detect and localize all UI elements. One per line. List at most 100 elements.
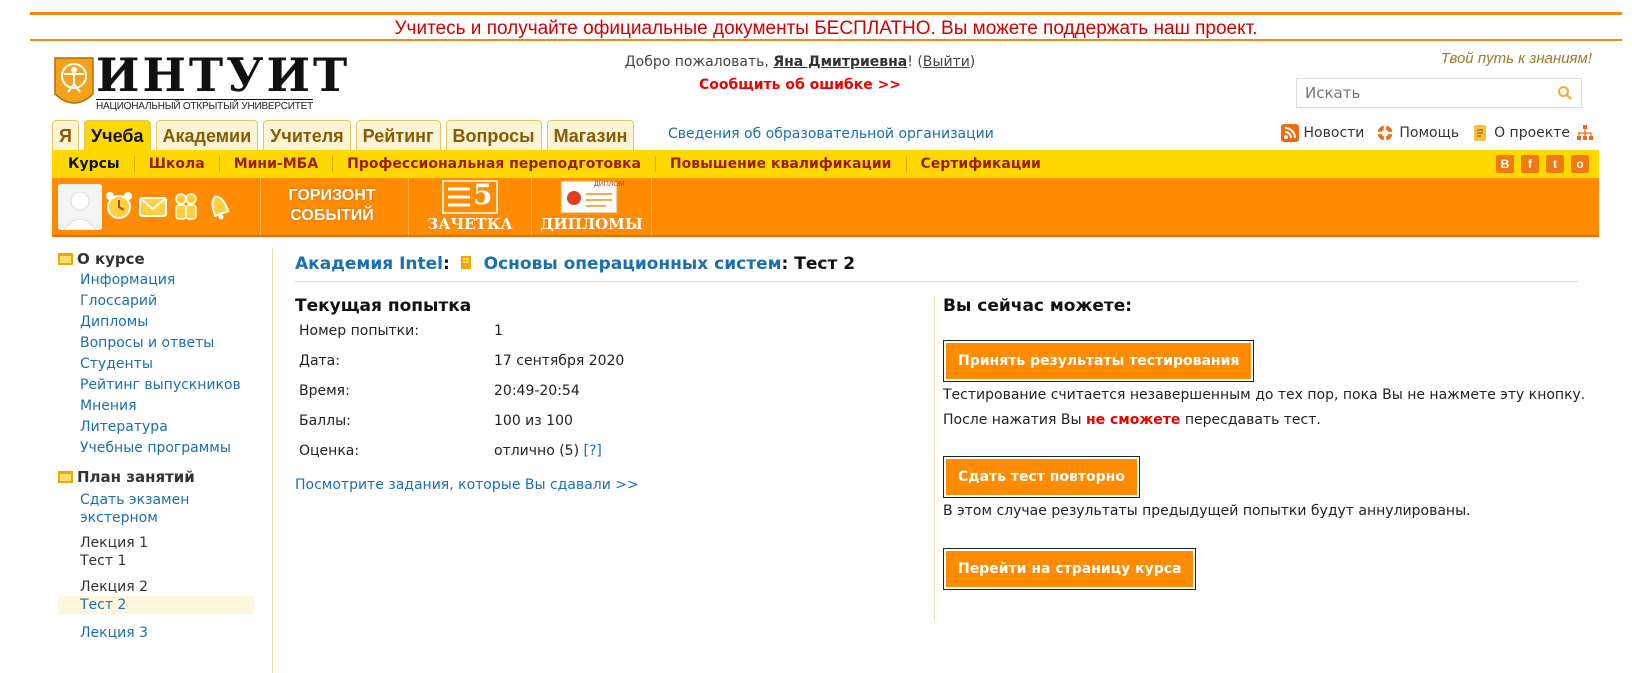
tab-shop[interactable]: Магазин [546,120,635,150]
sidebar-item-diplomas[interactable]: Дипломы [58,312,254,333]
tab-rating[interactable]: Рейтинг [355,120,441,150]
folder-icon [58,471,73,483]
breadcrumb-academy[interactable]: Академия Intel [295,254,443,274]
welcome-prefix: Добро пожаловать, [624,54,774,70]
tab-study[interactable]: Учеба [83,120,151,150]
diploma-badge-text: ДИПЛОМ [594,181,625,188]
welcome-message: Добро пожаловать, Яна Дмитриевна! (Выйти… [540,54,1060,70]
attempt-row-time: Время: 20:49-20:54 [299,383,624,413]
search-input[interactable] [1297,79,1537,107]
intuit-logo[interactable]: ИНТУИТ НАЦИОНАЛЬНЫЙ ОТКРЫТЫЙ УНИВЕРСИТЕТ [52,50,347,114]
twitter-icon[interactable]: t [1546,155,1564,173]
sidebar-item-exam[interactable]: Сдать экзамен экстерном [58,491,254,527]
sidebar-item-students[interactable]: Студенты [58,354,254,375]
attempt-row-date: Дата: 17 сентября 2020 [299,353,624,383]
alarm-clock-icon[interactable] [104,190,134,222]
user-name-link[interactable]: Яна Дмитриевна [773,54,907,70]
lesson-plan-heading[interactable]: План занятий [58,466,254,488]
events-horizon-label: ГОРИЗОНТ СОБЫТИЙ [261,186,403,226]
search-box [1296,78,1582,108]
content-divider [934,296,935,621]
about-course-label: О курсе [77,250,145,268]
bell-icon[interactable] [204,190,234,222]
horizon-line-1: ГОРИЗОНТ [288,187,376,204]
sidebar-item-test-2[interactable]: Тест 2 [58,596,254,614]
lesson-plan-label: План занятий [77,468,195,486]
gradebook-link[interactable]: 5 ЗАЧЕТКА [409,178,532,235]
mail-icon[interactable] [138,190,168,222]
about-project-icon [1474,125,1487,141]
view-tasks-link[interactable]: Посмотрите задания, которые Вы сдавали >… [295,477,639,493]
retry-test-button[interactable]: Сдать тест повторно [943,456,1140,498]
subnav-mini-mba[interactable]: Мини-МБА [220,156,334,172]
accept-results-button[interactable]: Принять результаты тестирования [943,340,1255,382]
attempt-time-label: Время: [299,383,350,399]
tab-me[interactable]: Я [52,120,79,150]
report-error-link[interactable]: Сообщить об ошибке >> [540,77,1060,93]
sidebar-item-lecture-2[interactable]: Лекция 2 [58,578,254,596]
facebook-icon[interactable]: f [1521,155,1539,173]
attempt-score-value: 100 из 100 [494,413,573,429]
subnav-courses[interactable]: Курсы [58,156,135,172]
logo-subtitle: НАЦИОНАЛЬНЫЙ ОТКРЫТЫЙ УНИВЕРСИТЕТ [96,99,314,112]
book-icon [460,256,471,269]
search-icon[interactable] [1557,85,1573,101]
sidebar-item-qa[interactable]: Вопросы и ответы [58,333,254,354]
sidebar-item-lecture-3[interactable]: Лекция 3 [58,624,254,642]
attempt-number-value: 1 [494,323,503,339]
accept-note-2-warning: не сможете [1085,412,1181,428]
horizon-line-2: СОБЫТИЙ [290,207,374,224]
attempt-date-label: Дата: [299,353,340,369]
tab-teachers[interactable]: Учителя [263,120,351,150]
breadcrumb-course[interactable]: Основы операционных систем [484,254,782,274]
top-links: Новости Помощь О проекте [1275,124,1594,142]
sidebar-item-info[interactable]: Информация [58,270,254,291]
logo-wordmark: ИНТУИТ [96,48,351,102]
news-label: Новости [1303,125,1365,141]
accept-note-2-prefix: После нажатия Вы [943,412,1086,428]
attempt-number-label: Номер попытки: [299,323,419,339]
logout-link[interactable]: Выйти [923,54,970,70]
sidebar-item-opinions[interactable]: Мнения [58,396,254,417]
accept-note-2: После нажатия Вы не сможете пересдавать … [943,412,1321,428]
rss-icon [1280,124,1299,142]
diplomas-link[interactable]: ДИПЛОМ ДИПЛОМЫ [532,178,652,235]
subnav-certifications[interactable]: Сертификации [907,156,1055,172]
sidebar-item-graduate-rating[interactable]: Рейтинг выпускников [58,375,254,396]
subnav-retraining[interactable]: Профессиональная переподготовка [333,156,656,172]
attempt-time-value: 20:49-20:54 [494,383,580,399]
go-to-course-button[interactable]: Перейти на страницу курса [943,548,1197,590]
sub-navigation: Курсы Школа Мини-МБА Профессиональная пе… [52,150,1599,178]
friends-icon[interactable] [171,190,201,222]
about-link[interactable]: О проекте [1471,124,1570,142]
tab-academies[interactable]: Академии [155,120,259,150]
promo-banner[interactable]: Учитесь и получайте официальные документ… [30,12,1622,41]
help-link[interactable]: Помощь [1376,124,1459,142]
attempt-grade-value: отлично (5) [494,443,580,459]
sidebar-item-literature[interactable]: Литература [58,417,254,438]
sidebar-item-glossary[interactable]: Глоссарий [58,291,254,312]
avatar-icon[interactable] [58,184,102,230]
sidebar-item-lecture-1[interactable]: Лекция 1 [58,534,254,552]
grade-five: 5 [473,178,493,211]
personal-toolbar: ГОРИЗОНТ СОБЫТИЙ 5 ЗАЧЕТКА ДИПЛОМ ДИПЛОМ… [52,178,1599,237]
diplomas-label: ДИПЛОМЫ [540,215,643,233]
sidebar-item-test-1[interactable]: Тест 1 [58,552,254,570]
org-info-link[interactable]: Сведения об образовательной организации [668,126,994,142]
sidebar-item-programs[interactable]: Учебные программы [58,438,254,459]
logo-emblem-icon [54,57,94,104]
promo-banner-text: Учитесь и получайте официальные документ… [394,18,1258,39]
news-link[interactable]: Новости [1280,124,1365,142]
folder-icon [58,253,73,265]
welcome-suffix: ) [969,54,976,70]
subnav-school[interactable]: Школа [135,156,220,172]
tab-questions[interactable]: Вопросы [445,120,542,150]
subnav-qualification[interactable]: Повышение квалификации [656,156,907,172]
vk-icon[interactable]: В [1496,155,1514,173]
about-course-heading[interactable]: О курсе [58,248,254,270]
events-horizon-link[interactable]: ГОРИЗОНТ СОБЫТИЙ [261,178,409,235]
slogan: Твой путь к знаниям! [1440,50,1592,67]
odnoklassniki-icon[interactable]: о [1571,155,1589,173]
sitemap-icon[interactable] [1576,124,1594,142]
grade-help-link[interactable]: [?] [584,443,602,459]
